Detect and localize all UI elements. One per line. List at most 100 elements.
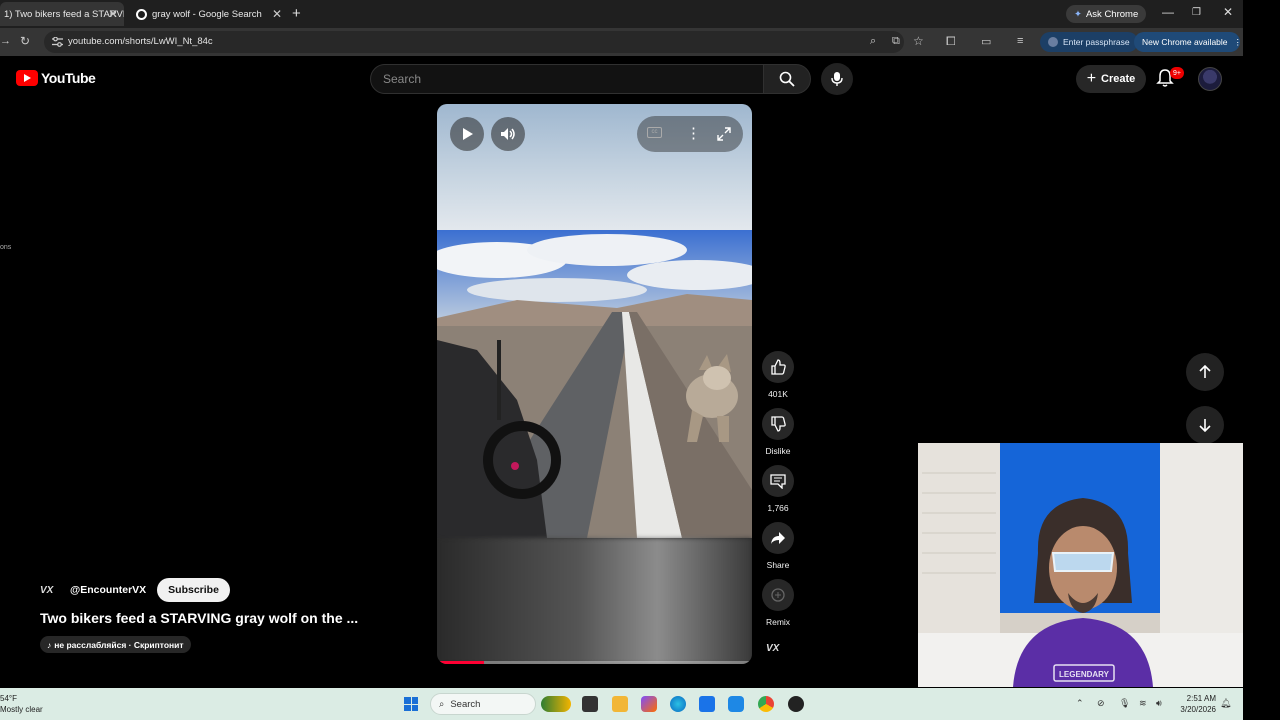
wolf-road-scene <box>437 230 752 538</box>
store-icon[interactable] <box>699 696 715 712</box>
arrow-down-icon <box>1199 419 1211 432</box>
speaker-icon[interactable]: 🔊︎ <box>1156 698 1162 709</box>
volume-button[interactable] <box>491 117 525 151</box>
update-label: New Chrome available <box>1142 37 1228 47</box>
captions-icon[interactable]: cc <box>647 127 662 138</box>
youtube-logo[interactable]: YouTube <box>16 70 96 86</box>
comment-icon <box>770 474 786 489</box>
task-view-icon[interactable] <box>582 696 598 712</box>
arrow-up-icon <box>1199 365 1211 378</box>
passphrase-label: Enter passphrase <box>1063 37 1130 47</box>
address-bar[interactable]: youtube.com/shorts/LwWI_Nt_84c ⌕ ⧉ ☆ <box>44 31 924 53</box>
voice-search-button[interactable] <box>821 63 853 95</box>
shorts-player[interactable]: cc ⋮ <box>437 104 752 664</box>
url-text: youtube.com/shorts/LwWI_Nt_84c <box>68 36 213 47</box>
tab-title: 1) Two bikers feed a STARVING <box>4 8 124 20</box>
site-info-icon[interactable] <box>52 37 63 47</box>
mic-tray-icon[interactable]: 🎙︎ <box>1119 698 1130 709</box>
tab-youtube-short[interactable]: 1) Two bikers feed a STARVING ✕ <box>0 2 124 26</box>
profile-icon <box>1048 37 1058 47</box>
reading-list-icon[interactable]: ≡ <box>1017 35 1023 47</box>
player-controls-group: cc ⋮ <box>637 116 743 152</box>
next-short-button[interactable] <box>1186 406 1224 444</box>
file-explorer-icon[interactable] <box>612 696 628 712</box>
sound-channel-logo[interactable]: VX <box>766 643 779 654</box>
cast-icon[interactable]: ▭ <box>981 35 991 48</box>
short-title[interactable]: Two bikers feed a STARVING gray wolf on … <box>40 610 358 626</box>
network-off-icon[interactable]: ⊘ <box>1097 698 1105 709</box>
subscribe-button[interactable]: Subscribe <box>157 578 230 602</box>
like-count: 401K <box>768 389 788 399</box>
wifi-icon[interactable]: ≋ <box>1139 698 1147 709</box>
weather-desc: Mostly clear <box>0 705 43 714</box>
taskbar-search[interactable]: ⌕ Search <box>430 693 536 715</box>
youtube-wordmark: YouTube <box>41 70 96 86</box>
channel-handle[interactable]: @EncounterVX <box>70 584 146 596</box>
remix-label: Remix <box>765 617 791 627</box>
search-icon <box>779 71 795 87</box>
dislike-button[interactable]: Dislike <box>762 408 794 456</box>
channel-row: VX @EncounterVX Subscribe <box>40 578 230 602</box>
reload-icon[interactable]: ↻ <box>20 34 30 48</box>
music-note-icon: ♪ <box>47 639 52 650</box>
notification-center-icon[interactable]: 🔔︎ <box>1220 698 1231 709</box>
volume-icon <box>501 128 515 140</box>
video-progress-bar[interactable] <box>437 661 752 664</box>
play-button[interactable] <box>450 117 484 151</box>
zoom-icon[interactable]: ⌕ <box>870 35 876 48</box>
share-button[interactable]: Share <box>762 522 794 570</box>
thumbs-down-icon <box>771 416 786 432</box>
more-options-icon[interactable]: ⋮ <box>686 124 701 142</box>
edge-browser-icon[interactable] <box>670 696 686 712</box>
tab-close-icon[interactable]: ✕ <box>108 7 118 21</box>
tab-google-search[interactable]: gray wolf - Google Search ✕ <box>128 2 288 26</box>
extensions-icon[interactable]: ⧠ <box>946 34 956 49</box>
avatar[interactable] <box>1198 67 1222 91</box>
search-input[interactable] <box>383 72 743 86</box>
plus-icon: + <box>1086 70 1097 87</box>
windows-start-icon[interactable] <box>404 697 418 711</box>
passphrase-button[interactable]: Enter passphrase <box>1040 32 1138 52</box>
new-tab-button[interactable]: + <box>292 5 301 22</box>
ask-chrome-button[interactable]: ✦ Ask Chrome <box>1066 5 1147 23</box>
google-icon <box>136 8 147 20</box>
tab-close-icon[interactable]: ✕ <box>272 7 282 21</box>
video-bottom-blur <box>437 538 752 664</box>
browser-toolbar: → ↻ youtube.com/shorts/LwWI_Nt_84c ⌕ ⧉ ☆… <box>0 28 1243 56</box>
widgets-icon[interactable] <box>541 696 571 712</box>
remix-icon <box>771 588 785 602</box>
remix-button[interactable]: Remix <box>762 579 794 627</box>
copilot-icon[interactable] <box>641 696 657 712</box>
close-window-icon[interactable]: ✕ <box>1223 5 1233 19</box>
comments-button[interactable]: 1,766 <box>762 465 794 513</box>
search-icon: ⌕ <box>439 698 445 710</box>
minimize-icon[interactable]: — <box>1162 5 1174 19</box>
openai-app-icon[interactable] <box>788 696 804 712</box>
previous-short-button[interactable] <box>1186 353 1224 391</box>
microphone-icon <box>831 72 843 86</box>
outlook-icon[interactable] <box>728 696 744 712</box>
weather-temp: 54°F <box>0 694 17 703</box>
chrome-update-button[interactable]: New Chrome available ⋮ <box>1134 32 1243 52</box>
thumbs-up-icon <box>771 359 786 375</box>
sound-chip[interactable]: ♪ не расслабляйся · Скриптонит <box>40 636 191 653</box>
channel-avatar[interactable]: VX <box>40 585 64 596</box>
search-box <box>370 64 764 94</box>
taskbar-clock[interactable]: 2:51 AM 3/20/2026 <box>1176 693 1216 715</box>
tray-chevron-icon[interactable]: ⌃ <box>1076 698 1084 709</box>
create-button[interactable]: + Create <box>1076 65 1146 93</box>
chrome-taskbar-icon[interactable] <box>758 696 774 712</box>
fullscreen-icon[interactable] <box>717 127 731 141</box>
more-icon: ⋮ <box>1233 36 1243 47</box>
search-button[interactable] <box>763 64 811 94</box>
webcam-overlay: LEGENDARY <box>918 443 1243 687</box>
like-button[interactable]: 401K <box>762 351 794 399</box>
bookmark-star-icon[interactable]: ☆ <box>913 34 924 48</box>
notification-badge: 9+ <box>1170 67 1184 79</box>
forward-icon[interactable]: → <box>0 35 11 47</box>
restore-icon[interactable]: ❐ <box>1192 7 1201 18</box>
sound-label: не расслабляйся · Скриптонит <box>54 639 184 650</box>
install-app-icon[interactable]: ⧉ <box>892 35 900 48</box>
weather-widget[interactable]: 54°F Mostly clear <box>0 693 43 715</box>
tab-title: gray wolf - Google Search <box>152 8 262 20</box>
